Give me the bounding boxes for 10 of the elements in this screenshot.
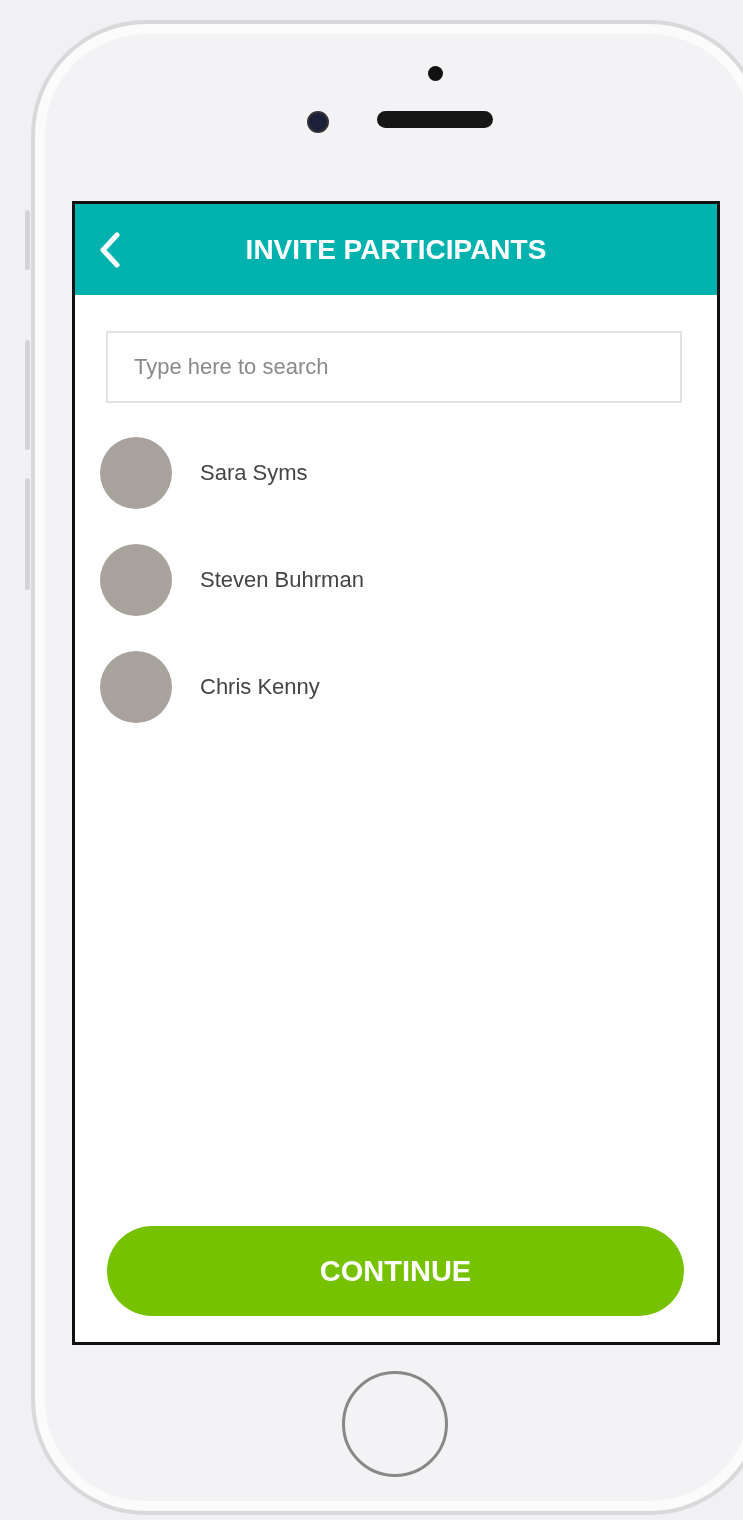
participant-name[interactable]: Sara Syms — [200, 460, 308, 486]
participant-name[interactable]: Chris Kenny — [200, 674, 320, 700]
camera-icon — [307, 111, 329, 133]
home-button[interactable] — [342, 1371, 448, 1477]
back-icon[interactable] — [97, 232, 123, 268]
sensor-icon — [428, 66, 443, 81]
screen-title: INVITE PARTICIPANTS — [244, 233, 548, 266]
participant-name[interactable]: Steven Buhrman — [200, 567, 364, 593]
speaker-icon — [377, 111, 493, 128]
search-field[interactable]: Type here to search — [106, 331, 682, 403]
